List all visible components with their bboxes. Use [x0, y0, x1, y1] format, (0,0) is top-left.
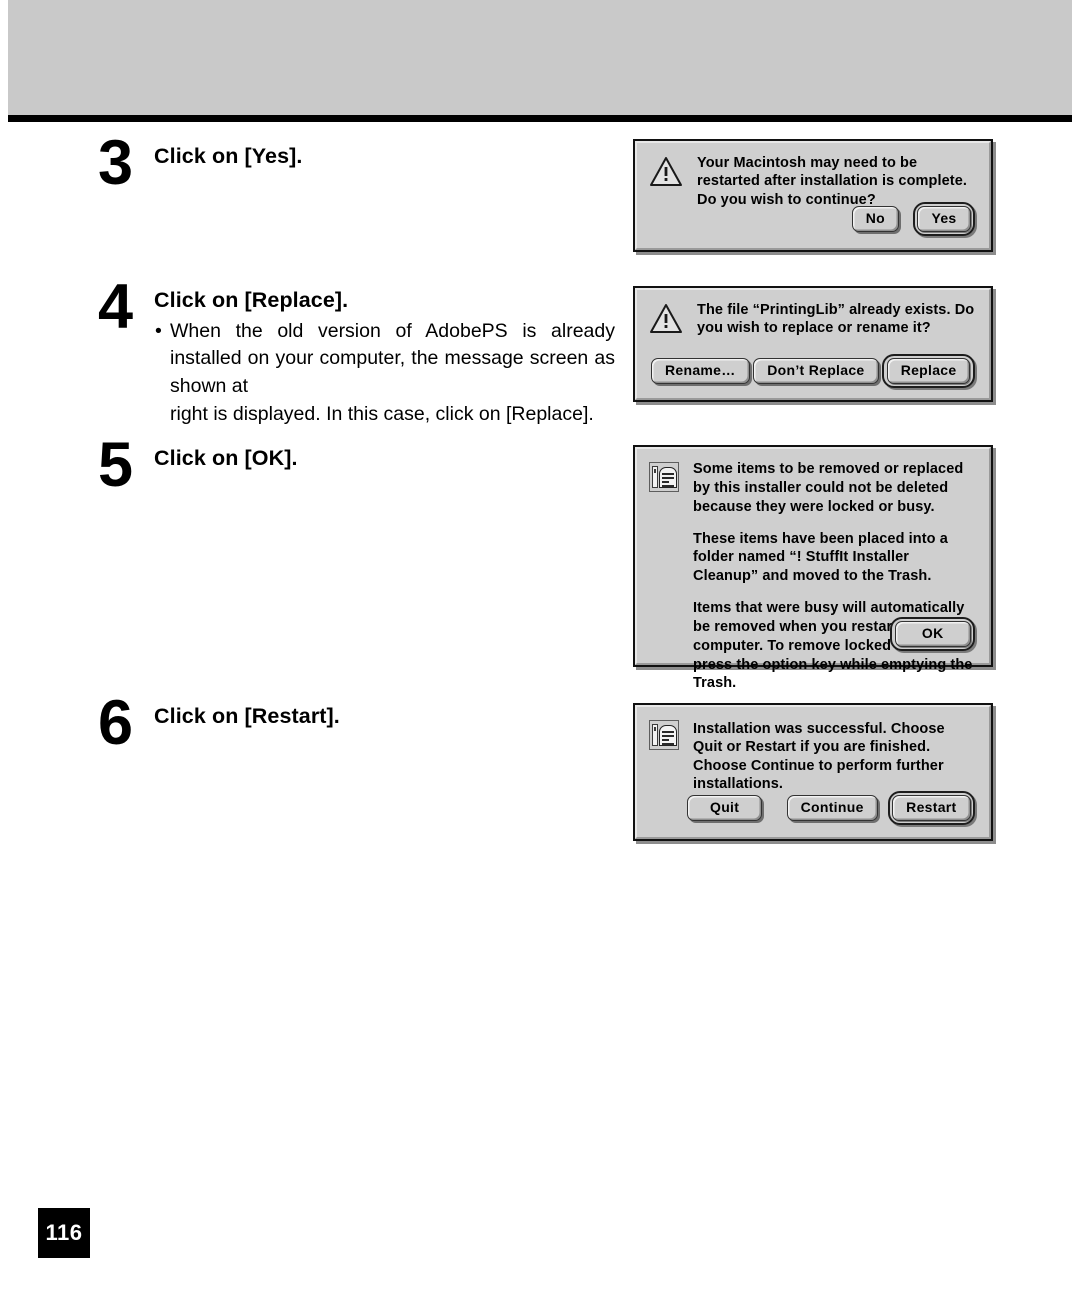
step-number: 5 — [98, 430, 133, 500]
default-button-ring: Restart — [887, 790, 975, 825]
default-button-ring: Replace — [882, 353, 975, 388]
dialog-message: Some items to be removed or replaced by … — [693, 460, 977, 693]
dialog-inner: Your Macintosh may need to be restarted … — [635, 141, 991, 250]
step-title: Click on [Restart]. — [154, 704, 340, 728]
dialog-content-row: Installation was successful. Choose Quit… — [649, 718, 977, 794]
dialog-button-row: No Yes — [851, 201, 975, 236]
dialog-inner: Installation was successful. Choose Quit… — [635, 705, 991, 839]
dialog-installer-cleanup: Some items to be removed or replaced by … — [633, 445, 993, 691]
step-body: Click on [Restart]. — [154, 698, 340, 730]
quit-button[interactable]: Quit — [687, 795, 763, 821]
dialog-button-row: OK — [890, 616, 975, 651]
step-number: 3 — [98, 128, 133, 198]
dont-replace-button[interactable]: Don’t Replace — [753, 358, 879, 384]
bullet-line-3: right is displayed. In this case, click … — [170, 402, 594, 425]
step-bullet-item: When the old version of AdobePS is alrea… — [154, 318, 615, 429]
dialog-inner: Some items to be removed or replaced by … — [635, 447, 991, 691]
dialog-button-group-right: Continue Restart — [786, 790, 975, 825]
page-number-badge: 116 — [38, 1208, 90, 1258]
restart-button[interactable]: Restart — [892, 795, 971, 821]
dialog-content-row: Some items to be removed or replaced by … — [649, 460, 977, 693]
dialog-message: Installation was successful. Choose Quit… — [693, 718, 977, 794]
installer-document-icon — [649, 720, 679, 750]
dialog-button-row: Rename… Don’t Replace Replace — [651, 353, 975, 388]
dialog-paragraph: These items have been placed into a fold… — [693, 530, 948, 585]
step-title: Click on [Replace]. — [154, 288, 349, 312]
installer-document-icon — [649, 462, 679, 492]
dialog-content-row: The file “PrintingLib” already exists. D… — [649, 301, 977, 338]
step-bullet-list: When the old version of AdobePS is alrea… — [154, 318, 615, 429]
step-6: 6 Click on [Restart]. — [98, 688, 340, 758]
dialog-paragraph: Some items to be removed or replaced by … — [693, 461, 964, 515]
step-number: 6 — [98, 688, 133, 758]
header-band — [8, 0, 1072, 115]
dialog-paragraph: The file “PrintingLib” already exists. D… — [697, 302, 975, 337]
step-body: Click on [Replace]. When the old version… — [154, 282, 615, 429]
step-3: 3 Click on [Yes]. — [98, 128, 302, 198]
manual-page: 3 Click on [Yes]. 4 Click on [Replace]. … — [0, 0, 1080, 1296]
dialog-inner: The file “PrintingLib” already exists. D… — [635, 288, 991, 400]
step-body: Click on [Yes]. — [154, 138, 302, 170]
rename-button[interactable]: Rename… — [651, 358, 750, 384]
step-number: 4 — [98, 272, 133, 342]
ok-button[interactable]: OK — [894, 621, 971, 647]
continue-button[interactable]: Continue — [786, 795, 878, 821]
step-title: Click on [OK]. — [154, 446, 298, 470]
yes-button[interactable]: Yes — [917, 206, 971, 232]
step-4: 4 Click on [Replace]. When the old versi… — [98, 272, 615, 429]
header-rule — [8, 115, 1072, 122]
dialog-paragraph: Installation was successful. Choose Quit… — [693, 721, 945, 793]
step-body: Click on [OK]. — [154, 440, 298, 472]
default-button-ring: OK — [890, 616, 975, 651]
warning-triangle-icon — [649, 303, 683, 334]
default-button-ring: Yes — [912, 201, 975, 236]
warning-triangle-icon — [649, 156, 683, 187]
replace-button[interactable]: Replace — [886, 358, 971, 384]
step-title: Click on [Yes]. — [154, 144, 303, 168]
dialog-replace-file: The file “PrintingLib” already exists. D… — [633, 286, 993, 402]
dialog-button-row: Quit Continue Restart — [687, 790, 975, 825]
dialog-restart-prompt: Your Macintosh may need to be restarted … — [633, 139, 993, 252]
dialog-message: The file “PrintingLib” already exists. D… — [697, 301, 977, 338]
dialog-installation-successful: Installation was successful. Choose Quit… — [633, 703, 993, 841]
no-button[interactable]: No — [851, 206, 899, 232]
step-5: 5 Click on [OK]. — [98, 430, 298, 500]
